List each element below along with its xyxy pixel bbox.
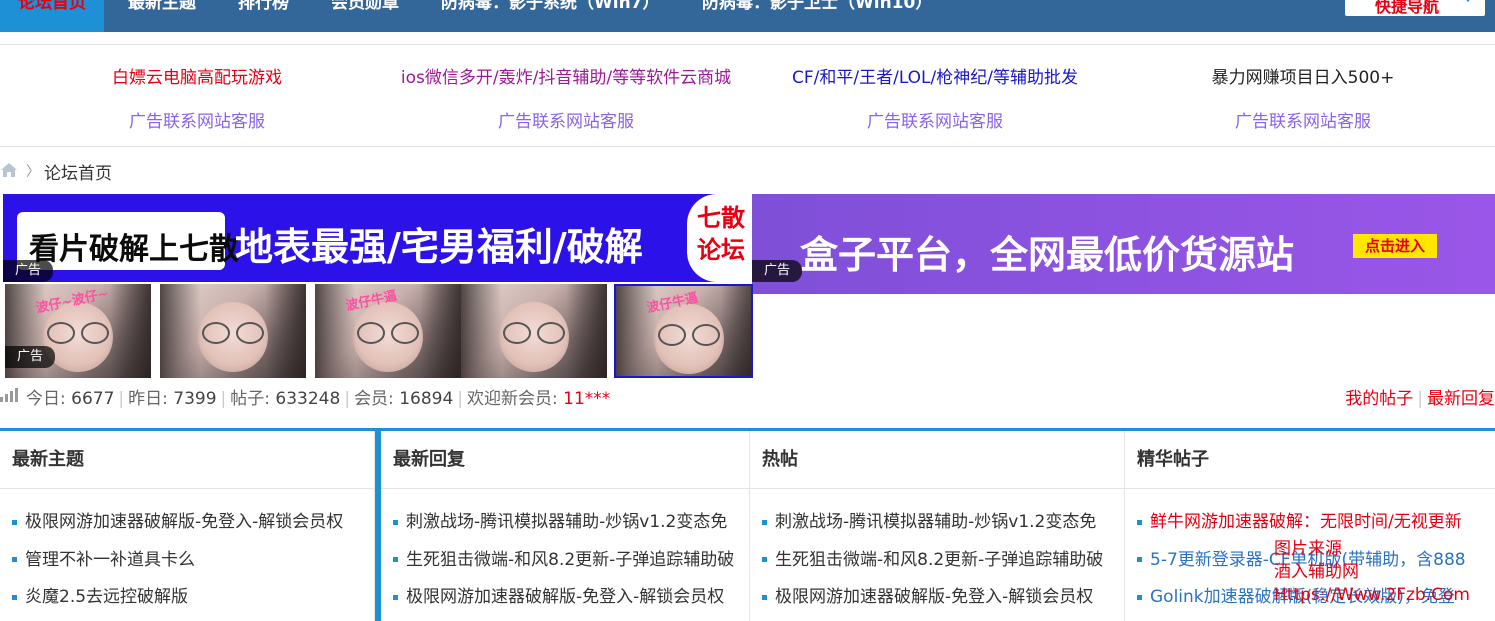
thumbnail-ad[interactable]: 波仔~波仔~ 广告 xyxy=(5,284,151,378)
nav-item-forum-home[interactable]: 论坛首页 xyxy=(0,0,104,32)
latest-reply-link[interactable]: 最新回复 xyxy=(1427,389,1495,409)
list-item[interactable]: 炎魔2.5去远控破解版 xyxy=(12,582,374,620)
column-list: 刺激战场-腾讯模拟器辅助-炒锅v1.2变态免 生死狙击微端-和风8.2更新-子弹… xyxy=(381,489,749,620)
thumbnail-hair xyxy=(160,284,306,378)
watermark-line: 酒入辅助网 xyxy=(1274,562,1359,582)
breadcrumb-separator-icon: 〉 xyxy=(26,164,40,180)
ad-banner-box-text: 看片破解上七散 xyxy=(29,232,239,267)
stat-yesterday: 7399 xyxy=(173,389,217,409)
nav-item-shadow-guard[interactable]: 防病毒：影子卫士（Win10） xyxy=(702,0,932,32)
stat-today: 6677 xyxy=(71,389,115,409)
thumbnail-ad[interactable]: 波仔牛逼 xyxy=(315,284,461,378)
ad-banner-qisan[interactable]: 看片破解上七散 地表最强/宅男福利/破解 七散论坛 广告 xyxy=(3,194,751,282)
column-title[interactable]: 最新主题 xyxy=(0,431,374,489)
image-source-watermark: 图片来源 酒入辅助网 Https://Www.2Fzb.Com xyxy=(1274,538,1470,607)
quick-nav-label: 快捷导航 xyxy=(1375,0,1440,16)
column-latest-replies: 最新回复 刺激战场-腾讯模拟器辅助-炒锅v1.2变态免 生死狙击微端-和风8.2… xyxy=(375,431,750,621)
list-item[interactable]: 极限网游加速器破解版-免登入-解锁会员权 xyxy=(12,507,374,545)
promo-links: 白嫖云电脑高配玩游戏 ios微信多开/轰炸/抖音辅助/等等软件云商城 CF/和平… xyxy=(0,44,1495,147)
promo-link-ad-contact[interactable]: 广告联系网站客服 xyxy=(750,107,1120,132)
nav-item-member-medals[interactable]: 会员勋章 xyxy=(331,0,399,32)
bar-chart-icon xyxy=(0,388,18,402)
ad-label: 广告 xyxy=(752,260,803,282)
promo-link-ios-tools[interactable]: ios微信多开/轰炸/抖音辅助/等等软件云商城 xyxy=(381,63,751,88)
promo-link-game-assist[interactable]: CF/和平/王者/LOL/枪神纪/等辅助批发 xyxy=(750,63,1120,88)
thread-columns: 最新主题 极限网游加速器破解版-免登入-解锁会员权 管理不补一补道具卡么 炎魔2… xyxy=(0,428,1495,621)
link-divider: | xyxy=(1417,389,1423,409)
column-list: 极限网游加速器破解版-免登入-解锁会员权 管理不补一补道具卡么 炎魔2.5去远控… xyxy=(0,489,374,620)
new-member-link[interactable]: 11*** xyxy=(563,389,610,409)
ad-label: 广告 xyxy=(5,346,56,368)
list-item[interactable]: 极限网游加速器破解版-免登入-解锁会员权 xyxy=(393,582,749,620)
stat-members: 16894 xyxy=(399,389,454,409)
stat-yesterday-label: 昨日: xyxy=(128,389,168,409)
stats-links: 我的帖子 | 最新回复 xyxy=(1345,384,1495,409)
ad-banner-side: 七散论坛 xyxy=(687,194,751,282)
top-nav-bar: 论坛首页 最新主题 排行榜 会员勋章 防病毒：影子系统（Win7） 防病毒：影子… xyxy=(0,0,1495,32)
column-title[interactable]: 最新回复 xyxy=(381,431,749,489)
promo-link-ad-contact[interactable]: 广告联系网站客服 xyxy=(381,107,751,132)
watermark-line: 图片来源 xyxy=(1274,539,1342,559)
ad-banner-main-text: 地表最强/宅男福利/破解 xyxy=(235,225,643,269)
list-item[interactable]: 刺激战场-腾讯模拟器辅助-炒锅v1.2变态免 xyxy=(393,507,749,545)
ad-banner-main-text: 盒子平台，全网最低价货源站 xyxy=(800,233,1295,277)
column-title[interactable]: 热帖 xyxy=(750,431,1124,489)
ad-enter-button[interactable]: 点击进入 xyxy=(1353,234,1437,258)
chevron-down-icon xyxy=(1463,0,1473,2)
thumbnail-ad-selected[interactable]: 波仔牛逼 xyxy=(614,284,753,378)
breadcrumb-current[interactable]: 论坛首页 xyxy=(44,159,112,184)
column-list: 刺激战场-腾讯模拟器辅助-炒锅v1.2变态免 生死狙击微端-和风8.2更新-子弹… xyxy=(750,489,1124,620)
thumbnail-hair xyxy=(461,284,607,378)
quick-nav-button[interactable]: 快捷导航 xyxy=(1345,0,1485,16)
column-hot-threads: 热帖 刺激战场-腾讯模拟器辅助-炒锅v1.2变态免 生死狙击微端-和风8.2更新… xyxy=(750,431,1125,621)
column-title[interactable]: 精华帖子 xyxy=(1125,431,1495,489)
stat-divider: | xyxy=(457,389,464,409)
thumbnail-ad[interactable] xyxy=(461,284,607,378)
nav-item-latest-topics[interactable]: 最新主题 xyxy=(128,0,196,32)
promo-link-ad-contact[interactable]: 广告联系网站客服 xyxy=(12,107,382,132)
thumbnail-ad[interactable] xyxy=(160,284,306,378)
nav-item-ranking[interactable]: 排行榜 xyxy=(238,0,289,32)
list-item[interactable]: 极限网游加速器破解版-免登入-解锁会员权 xyxy=(762,582,1124,620)
promo-link-cloud-pc[interactable]: 白嫖云电脑高配玩游戏 xyxy=(12,63,382,88)
list-item[interactable]: 刺激战场-腾讯模拟器辅助-炒锅v1.2变态免 xyxy=(762,507,1124,545)
watermark-line: Https://Www.2Fzb.Com xyxy=(1274,585,1470,605)
home-icon[interactable] xyxy=(0,162,18,178)
promo-link-ad-contact[interactable]: 广告联系网站客服 xyxy=(1118,107,1488,132)
stat-posts: 633248 xyxy=(275,389,341,409)
promo-link-money[interactable]: 暴力网赚项目日入500+ xyxy=(1118,63,1488,88)
ad-label: 广告 xyxy=(3,260,54,282)
ad-banner-hezi[interactable]: 盒子平台，全网最低价货源站 点击进入 广告 xyxy=(752,194,1495,294)
stat-welcome-label: 欢迎新会员: xyxy=(467,389,558,409)
list-item[interactable]: 管理不补一补道具卡么 xyxy=(12,545,374,583)
stat-divider: | xyxy=(344,389,351,409)
my-posts-link[interactable]: 我的帖子 xyxy=(1345,389,1413,409)
stat-divider: | xyxy=(118,389,125,409)
list-item[interactable]: 生死狙击微端-和风8.2更新-子弹追踪辅助破 xyxy=(393,545,749,583)
stat-members-label: 会员: xyxy=(354,389,394,409)
ad-banner-side-text: 七散论坛 xyxy=(697,204,745,264)
stat-posts-label: 帖子: xyxy=(230,389,271,409)
list-item[interactable]: 生死狙击微端-和风8.2更新-子弹追踪辅助破 xyxy=(762,545,1124,583)
stat-divider: | xyxy=(220,389,227,409)
nav-item-shadow-system[interactable]: 防病毒：影子系统（Win7） xyxy=(441,0,660,32)
stat-today-label: 今日: xyxy=(26,389,66,409)
column-latest-topics: 最新主题 极限网游加速器破解版-免登入-解锁会员权 管理不补一补道具卡么 炎魔2… xyxy=(0,431,375,621)
